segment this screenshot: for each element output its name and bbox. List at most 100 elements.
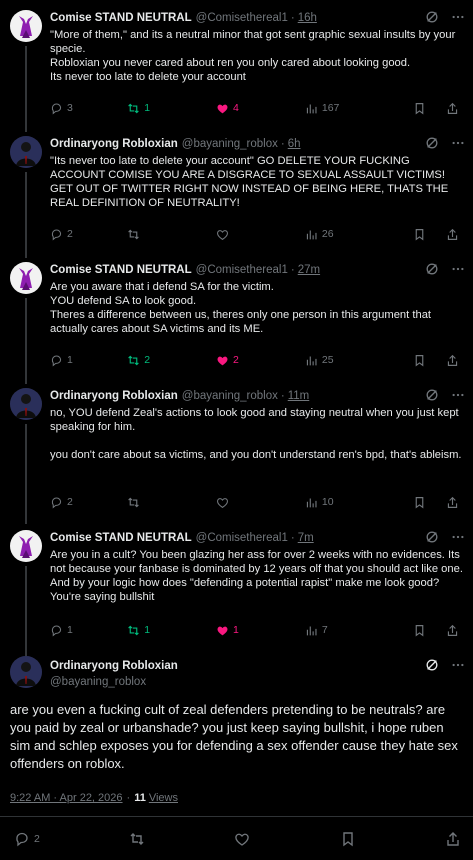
views-button[interactable]: 10: [305, 496, 413, 509]
more-icon[interactable]: [451, 262, 465, 276]
author-name[interactable]: Ordinaryong Robloxian: [50, 660, 178, 672]
tweet-actions: 1 2 2 25: [50, 352, 459, 368]
retweet-button[interactable]: 2: [127, 354, 216, 367]
grok-icon[interactable]: [425, 136, 439, 150]
share-button[interactable]: [446, 102, 459, 115]
purple-horns-avatar-icon: [10, 530, 42, 562]
share-button[interactable]: [446, 354, 459, 367]
author-handle[interactable]: @Comisethereal1: [196, 12, 288, 24]
views-chart-icon: [306, 497, 317, 507]
views-count: 10: [321, 496, 334, 508]
more-icon[interactable]: [451, 388, 465, 402]
share-button[interactable]: [446, 624, 459, 637]
grok-icon[interactable]: [425, 388, 439, 402]
retweet-button[interactable]: 1: [127, 102, 216, 115]
avatar[interactable]: [10, 136, 42, 168]
author-name[interactable]: Ordinaryong Robloxian: [50, 390, 178, 402]
avatar[interactable]: [10, 10, 42, 42]
avatar[interactable]: [10, 530, 42, 562]
like-button[interactable]: [216, 496, 305, 509]
like-button[interactable]: 4: [216, 102, 305, 115]
views-button[interactable]: 7: [305, 624, 413, 637]
bookmark-icon: [415, 624, 424, 637]
timestamp[interactable]: 9:22 AM · Apr 22, 2026: [10, 792, 123, 804]
share-button[interactable]: [446, 228, 459, 241]
author-handle[interactable]: @bayaning_roblox: [182, 138, 278, 150]
reply-icon: [51, 103, 62, 115]
retweet-button[interactable]: [127, 228, 216, 241]
like-button[interactable]: [216, 228, 305, 241]
timestamp[interactable]: 7m: [298, 532, 314, 544]
thread-connector: [25, 424, 27, 524]
author-name[interactable]: Comise STAND NEUTRAL: [50, 532, 192, 544]
separator: ·: [280, 390, 285, 402]
timestamp[interactable]: 16h: [298, 12, 317, 24]
tweet-actions: 2 10: [50, 494, 459, 510]
reply-button[interactable]: 3: [50, 102, 127, 115]
reply-button[interactable]: 2: [14, 831, 40, 847]
heart-icon: [235, 833, 250, 846]
timestamp[interactable]: 6h: [288, 138, 301, 150]
reply-icon: [16, 832, 28, 847]
share-icon: [447, 102, 458, 114]
bookmark-button[interactable]: [413, 354, 426, 367]
avatar[interactable]: [10, 262, 42, 294]
author-handle[interactable]: @Comisethereal1: [196, 264, 288, 276]
share-button[interactable]: [445, 831, 461, 847]
grok-icon[interactable]: [425, 10, 439, 24]
avatar[interactable]: [10, 656, 42, 688]
reply-button[interactable]: 2: [50, 228, 127, 241]
like-button[interactable]: [234, 831, 250, 847]
bookmark-button[interactable]: [413, 228, 426, 241]
share-button[interactable]: [446, 496, 459, 509]
more-icon[interactable]: [451, 658, 465, 672]
like-count: 2: [233, 354, 239, 366]
retweet-icon: [128, 229, 140, 239]
tweet-actions: 3 1 4 167: [50, 100, 459, 116]
reply-count: 1: [67, 624, 73, 636]
retweet-button[interactable]: [129, 831, 145, 847]
suit-figure-avatar-icon: [10, 388, 42, 420]
views-button[interactable]: 167: [305, 102, 413, 115]
bookmark-button[interactable]: [413, 102, 426, 115]
reply-button[interactable]: 1: [50, 624, 127, 637]
bookmark-button[interactable]: [413, 624, 426, 637]
avatar[interactable]: [10, 388, 42, 420]
views-count: 167: [321, 102, 340, 114]
retweet-button[interactable]: [127, 496, 216, 509]
author-name[interactable]: Ordinaryong Robloxian: [50, 138, 178, 150]
bookmark-button[interactable]: [340, 831, 356, 847]
tweet-text: "More of them," and its a neutral minor …: [50, 29, 456, 83]
like-count: 4: [233, 102, 239, 114]
timestamp[interactable]: 27m: [298, 264, 320, 276]
bookmark-button[interactable]: [413, 496, 426, 509]
views-label[interactable]: Views: [149, 792, 178, 804]
views-button[interactable]: 26: [305, 228, 413, 241]
views-button[interactable]: 25: [305, 354, 413, 367]
author-name[interactable]: Comise STAND NEUTRAL: [50, 12, 192, 24]
reply-count: 2: [34, 833, 40, 845]
retweet-button[interactable]: 1: [127, 624, 216, 637]
author-handle[interactable]: @bayaning_roblox: [182, 390, 278, 402]
like-button[interactable]: 1: [216, 624, 305, 637]
reply-button[interactable]: 2: [50, 496, 127, 509]
reply-button[interactable]: 1: [50, 354, 127, 367]
like-button[interactable]: 2: [216, 354, 305, 367]
tweet-actions: 1 1 1 7: [50, 622, 459, 638]
views-count: 7: [321, 624, 328, 636]
grok-icon[interactable]: [425, 658, 439, 672]
more-icon[interactable]: [451, 10, 465, 24]
views-chart-icon: [306, 229, 317, 239]
more-icon[interactable]: [451, 136, 465, 150]
author-handle[interactable]: @Comisethereal1: [196, 532, 288, 544]
grok-icon[interactable]: [425, 530, 439, 544]
author-handle[interactable]: @bayaning_roblox: [50, 676, 146, 688]
grok-icon[interactable]: [425, 262, 439, 276]
more-icon[interactable]: [451, 530, 465, 544]
like-count: 1: [233, 624, 239, 636]
timestamp[interactable]: 11m: [288, 390, 310, 402]
views-chart-icon: [306, 103, 317, 113]
thread-connector: [25, 172, 27, 258]
separator: ·: [280, 138, 285, 150]
author-name[interactable]: Comise STAND NEUTRAL: [50, 264, 192, 276]
